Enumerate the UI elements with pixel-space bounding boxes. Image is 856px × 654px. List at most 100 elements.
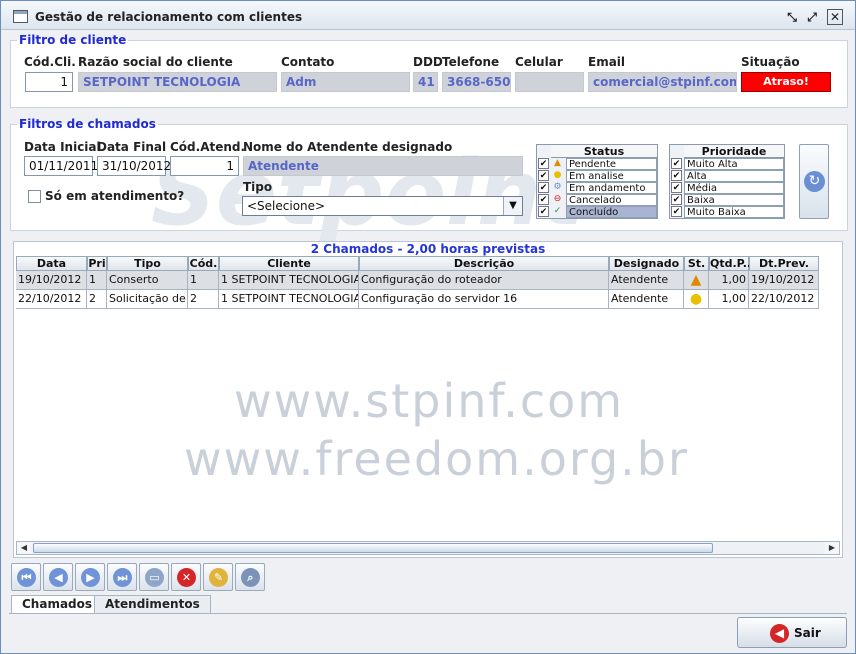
scroll-right-icon[interactable]: ▶ [825, 542, 839, 554]
razao-social-field: SETPOINT TECNOLOGIA [78, 72, 277, 92]
previous-icon: ◀ [49, 568, 68, 587]
cell-pri: 2 [87, 290, 107, 309]
lightbulb-icon: ● [684, 290, 709, 309]
restore-icon[interactable]: ⤡ [784, 9, 800, 25]
check-icon[interactable]: ✔ [671, 206, 682, 217]
next-icon: ▶ [81, 568, 100, 587]
email-field: comercial@stpinf.com [588, 72, 737, 92]
document-icon: ▭ [145, 568, 164, 587]
scroll-thumb[interactable] [33, 543, 713, 553]
cell-qtd: 1,00 [709, 290, 749, 309]
horizontal-scrollbar[interactable]: ◀ ▶ [16, 541, 840, 555]
watermark-url-2: www.freedom.org.br [184, 432, 689, 486]
data-final-input[interactable]: 31/10/2012 [97, 156, 171, 176]
prioridade-item[interactable]: ✔ Alta [670, 170, 784, 182]
sair-label: Sair [794, 626, 821, 640]
check-icon[interactable]: ✔ [538, 170, 549, 181]
status-item[interactable]: ✔ ● Em analise [537, 170, 657, 182]
previous-button[interactable]: ◀ [43, 563, 73, 591]
check-icon[interactable]: ✔ [671, 194, 682, 205]
gear-icon: ⚙ [553, 182, 562, 192]
contato-field: Adm [281, 72, 410, 92]
prioridade-item[interactable]: ✔ Muito Baixa [670, 206, 784, 218]
celular-field [515, 72, 584, 92]
col-header-qtd[interactable]: Qtd.P... [709, 256, 755, 271]
check-icon: ✓ [553, 206, 562, 216]
data-inicial-input[interactable]: 01/11/2011 [24, 156, 98, 176]
check-icon[interactable]: ✔ [671, 158, 682, 169]
cell-cod: 2 [188, 290, 219, 309]
check-icon[interactable]: ✔ [538, 206, 549, 217]
cell-tipo: Conserto [107, 271, 188, 290]
check-icon[interactable]: ✔ [538, 194, 549, 205]
col-header-prev[interactable]: Dt.Prev. [749, 256, 819, 271]
prioridade-list: Prioridade ✔ Muito Alta ✔ Alta ✔ Média ✔ Bai… [669, 144, 785, 219]
razao-social-label: Razão social do cliente [78, 55, 233, 69]
data-final-label: Data Final [97, 140, 167, 154]
new-button[interactable]: ▭ [139, 563, 169, 591]
cell-data: 22/10/2012 [16, 290, 87, 309]
cell-pri: 1 [87, 271, 107, 290]
prioridade-item[interactable]: ✔ Média [670, 182, 784, 194]
cod-cli-input[interactable]: 1 [25, 72, 73, 92]
telefone-field: 3668-6500 [442, 72, 511, 92]
col-header-tipo[interactable]: Tipo [107, 256, 188, 271]
check-icon[interactable]: ✔ [538, 182, 549, 193]
cell-prev: 19/10/2012 [749, 271, 819, 290]
col-header-cliente[interactable]: Cliente [219, 256, 359, 271]
last-icon: ⏭ [113, 568, 132, 587]
tipo-select[interactable]: <Selecione> ▼ [242, 196, 523, 216]
tab-atendimentos[interactable]: Atendimentos [94, 595, 211, 613]
last-button[interactable]: ⏭ [107, 563, 137, 591]
check-icon[interactable]: ✔ [671, 182, 682, 193]
col-header-cod[interactable]: Cód. [188, 256, 219, 271]
cod-atend-input[interactable]: 1 [170, 156, 239, 176]
col-header-descricao[interactable]: Descrição [359, 256, 609, 271]
col-header-pri[interactable]: Pri [87, 256, 107, 271]
email-label: Email [588, 55, 626, 69]
ticket-filter-legend: Filtros de chamados [19, 117, 156, 131]
cod-cli-label: Cód.Cli. [24, 55, 76, 69]
status-item[interactable]: ✔ ⚙ Em andamento [537, 182, 657, 194]
main-window: Gestão de relacionamento com clientes ⤡ … [0, 0, 856, 654]
search-button[interactable]: ⌕ [235, 563, 265, 591]
warning-icon: ▲ [554, 158, 561, 168]
refresh-button[interactable]: ↻ [799, 144, 829, 219]
client-filter-legend: Filtro de cliente [19, 33, 127, 47]
cell-data: 19/10/2012 [16, 271, 87, 290]
tab-divider [9, 613, 847, 614]
col-header-designado[interactable]: Designado [609, 256, 684, 271]
exit-icon: ◀ [770, 624, 789, 643]
cell-descricao: Configuração do servidor 16 [359, 290, 609, 309]
check-icon[interactable]: ✔ [538, 158, 549, 169]
cell-designado: Atendente [609, 271, 684, 290]
col-header-st[interactable]: St. [684, 256, 709, 271]
col-header-data[interactable]: Data [16, 256, 87, 271]
first-button[interactable]: ⏮ [11, 563, 41, 591]
cancel-icon: ⊖ [553, 194, 562, 204]
status-item[interactable]: ✔ ✓ Concluído [537, 206, 657, 218]
tab-chamados[interactable]: Chamados [11, 595, 104, 614]
next-button[interactable]: ▶ [75, 563, 105, 591]
close-icon[interactable]: ✕ [827, 9, 843, 25]
cell-tipo: Solicitação de ... [107, 290, 188, 309]
status-item[interactable]: ✔ ⊖ Cancelado [537, 194, 657, 206]
scroll-left-icon[interactable]: ◀ [17, 542, 31, 554]
contato-label: Contato [281, 55, 335, 69]
maximize-icon[interactable]: ⤢ [804, 9, 820, 25]
prioridade-item[interactable]: ✔ Baixa [670, 194, 784, 206]
delete-button[interactable]: ✕ [171, 563, 201, 591]
chevron-down-icon[interactable]: ▼ [503, 197, 522, 215]
cell-qtd: 1,00 [709, 271, 749, 290]
situacao-badge: Atraso! [741, 72, 831, 92]
status-item[interactable]: ✔ ▲ Pendente [537, 158, 657, 170]
window-title: Gestão de relacionamento com clientes [35, 10, 303, 24]
prioridade-header: Prioridade [684, 145, 784, 158]
tipo-select-value: <Selecione> [247, 199, 326, 213]
edit-button[interactable]: ✎ [203, 563, 233, 591]
cell-prev: 22/10/2012 [749, 290, 819, 309]
sair-button[interactable]: ◀ Sair [737, 617, 847, 648]
check-icon[interactable]: ✔ [671, 170, 682, 181]
prioridade-item[interactable]: ✔ Muito Alta [670, 158, 784, 170]
so-atendimento-checkbox[interactable] [28, 190, 41, 203]
